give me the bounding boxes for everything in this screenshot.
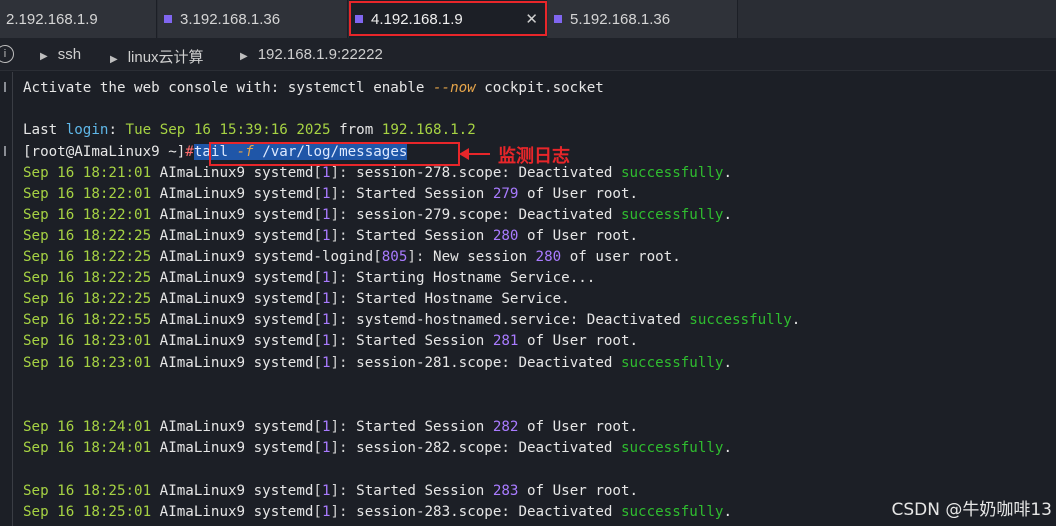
log-line: Sep 16 18:22:55 AImaLinux9 systemd[1]: s…	[23, 312, 801, 328]
log-line: Sep 16 18:24:01 AImaLinux9 systemd[1]: s…	[23, 440, 733, 456]
info-icon[interactable]: i	[0, 45, 14, 63]
chevron-right-icon: ▶	[110, 54, 118, 65]
tab-label: 4.192.168.1.9	[371, 10, 463, 28]
tab-session-5[interactable]: 5.192.168.1.36	[548, 0, 738, 38]
tab-session-4[interactable]: 4.192.168.1.9 ✕	[349, 0, 547, 38]
session-icon	[164, 15, 172, 23]
activate-line: Activate the web console with: systemctl…	[23, 80, 604, 96]
gutter-marker	[4, 146, 6, 156]
chevron-right-icon: ▶	[40, 51, 48, 62]
tab-session-3[interactable]: 3.192.168.1.36	[158, 0, 348, 38]
log-line: Sep 16 18:23:01 AImaLinux9 systemd[1]: s…	[23, 355, 733, 371]
log-line: Sep 16 18:22:01 AImaLinux9 systemd[1]: S…	[23, 186, 639, 202]
log-line: Sep 16 18:23:01 AImaLinux9 systemd[1]: S…	[23, 333, 639, 349]
prompt: [root@AImaLinux9 ~]	[23, 144, 186, 160]
breadcrumb-item-host[interactable]: ▶ 192.168.1.9:22222	[240, 46, 383, 63]
chevron-right-icon: ▶	[240, 51, 248, 62]
session-icon	[355, 15, 363, 23]
tab-session-2[interactable]: 2.192.168.1.9	[0, 0, 157, 38]
watermark: CSDN @牛奶咖啡13	[891, 500, 1052, 520]
log-line: Sep 16 18:22:25 AImaLinux9 systemd[1]: S…	[23, 270, 596, 286]
log-line: Sep 16 18:24:01 AImaLinux9 systemd[1]: S…	[23, 419, 639, 435]
last-login-line: Last login: Tue Sep 16 15:39:16 2025 fro…	[23, 122, 476, 138]
terminal-gutter	[0, 72, 13, 526]
tab-label: 5.192.168.1.36	[570, 10, 671, 28]
terminal-output[interactable]: Activate the web console with: systemctl…	[0, 72, 1056, 526]
tab-bar: 2.192.168.1.9 3.192.168.1.36 4.192.168.1…	[0, 0, 1056, 38]
log-line: Sep 16 18:25:01 AImaLinux9 systemd[1]: S…	[23, 483, 639, 499]
log-line: Sep 16 18:22:25 AImaLinux9 systemd[1]: S…	[23, 291, 570, 307]
log-line: Sep 16 18:22:25 AImaLinux9 systemd[1]: S…	[23, 228, 639, 244]
tab-label: 3.192.168.1.36	[180, 10, 281, 28]
log-line: Sep 16 18:22:01 AImaLinux9 systemd[1]: s…	[23, 207, 733, 223]
arrow-left-icon	[459, 148, 469, 160]
prompt-hash: #	[185, 144, 194, 160]
gutter-marker	[4, 82, 6, 92]
breadcrumb-item-ssh[interactable]: ▶ ssh	[40, 46, 81, 63]
tab-label: 2.192.168.1.9	[6, 10, 98, 28]
breadcrumb-item-group[interactable]: ▶ linux云计算	[110, 46, 204, 67]
log-line: Sep 16 18:25:01 AImaLinux9 systemd[1]: s…	[23, 504, 733, 520]
close-icon[interactable]: ✕	[525, 10, 538, 28]
session-icon	[554, 15, 562, 23]
log-line: Sep 16 18:22:25 AImaLinux9 systemd-login…	[23, 249, 681, 265]
breadcrumb: i ▶ ssh ▶ linux云计算 ▶ 192.168.1.9:22222	[0, 38, 1056, 71]
log-line: Sep 16 18:21:01 AImaLinux9 systemd[1]: s…	[23, 165, 733, 181]
